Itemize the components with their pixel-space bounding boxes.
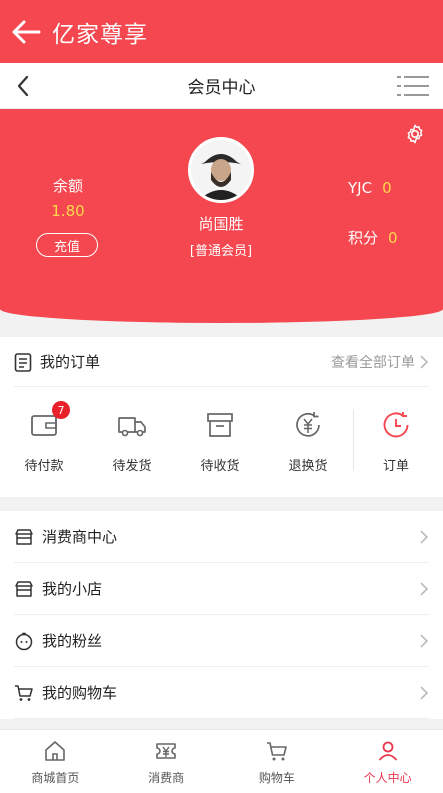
page-title: 会员中心	[187, 78, 256, 98]
member-level: [普通会员]	[189, 244, 253, 259]
menu-item-my-cart[interactable]: 我的购物车	[14, 667, 429, 719]
menu-item-label: 我的小店	[42, 580, 103, 598]
chevron-right-icon	[420, 685, 429, 700]
clock-icon	[383, 412, 409, 438]
orders-card: 我的订单 查看全部订单 7 待付款 待发货 待收货 退换货 订单	[0, 337, 443, 497]
balance-label: 余额	[52, 177, 83, 195]
avatar[interactable]	[188, 137, 254, 203]
menu-item-my-shop[interactable]: 我的小店	[14, 563, 429, 615]
menu-list: 消费商中心 我的小店 我的粉丝 我的购物车	[0, 511, 443, 719]
view-all-orders-link[interactable]: 查看全部订单	[331, 352, 415, 372]
menu-button[interactable]	[397, 75, 429, 97]
points-label: 积分	[348, 229, 379, 247]
cart-icon	[15, 684, 33, 701]
fans-icon	[15, 632, 33, 650]
store-icon	[15, 528, 33, 545]
gear-icon	[407, 124, 423, 144]
points-value: 0	[388, 229, 398, 247]
chevron-right-icon	[420, 581, 429, 596]
tab-label: 商城首页	[31, 771, 80, 785]
back-button[interactable]	[0, 0, 52, 63]
nav-back-button[interactable]	[8, 63, 38, 109]
tab-profile[interactable]: 个人中心	[332, 730, 443, 793]
shop-icon	[15, 580, 33, 597]
balance-value: 1.80	[51, 202, 85, 220]
menu-item-label: 我的粉丝	[42, 632, 103, 650]
pending-payment-badge: 7	[52, 401, 70, 419]
recharge-button[interactable]: 充值	[36, 233, 98, 257]
menu-item-consumer-center[interactable]: 消费商中心	[14, 511, 429, 563]
user-portrait-icon	[191, 140, 251, 200]
home-icon	[45, 741, 66, 761]
chevron-right-icon	[420, 529, 429, 544]
app-title: 亿家尊享	[52, 21, 148, 48]
settings-button[interactable]	[404, 123, 426, 145]
truck-icon	[118, 417, 146, 437]
orders-header[interactable]: 我的订单 查看全部订单	[14, 337, 429, 387]
order-all[interactable]: 订单	[352, 387, 440, 497]
box-icon	[207, 413, 233, 437]
tab-label: 购物车	[258, 771, 295, 785]
list-menu-icon	[397, 76, 429, 96]
tab-cart[interactable]: 购物车	[222, 730, 333, 793]
orders-title: 我的订单	[40, 353, 101, 371]
yen-ticket-icon	[156, 743, 176, 759]
points-stat[interactable]: 积分 0	[348, 227, 398, 248]
tab-home[interactable]: 商城首页	[0, 730, 111, 793]
order-status-label: 待收货	[200, 459, 240, 474]
tab-label: 消费商	[148, 771, 185, 785]
clipboard-icon	[14, 352, 32, 372]
app-bar: 亿家尊享	[0, 0, 443, 63]
bottom-tab-bar: 商城首页 消费商 购物车 个人中心	[0, 729, 443, 793]
cart-icon	[266, 742, 287, 761]
order-status-label: 退换货	[288, 459, 328, 474]
menu-item-my-fans[interactable]: 我的粉丝	[14, 615, 429, 667]
person-icon	[378, 741, 397, 761]
order-pending-shipment[interactable]: 待发货	[88, 387, 176, 497]
order-status-row: 7 待付款 待发货 待收货 退换货 订单	[0, 387, 443, 497]
chevron-right-icon	[420, 633, 429, 648]
yjc-stat[interactable]: YJC 0	[348, 179, 392, 197]
tab-consumer[interactable]: 消费商	[111, 730, 222, 793]
order-pending-payment[interactable]: 7 待付款	[0, 387, 88, 497]
menu-item-label: 我的购物车	[42, 684, 118, 702]
menu-item-label: 消费商中心	[42, 528, 118, 546]
arrow-left-icon	[12, 20, 41, 43]
yjc-label: YJC	[348, 179, 373, 197]
nav-bar: 会员中心	[0, 63, 443, 109]
order-status-label: 待付款	[24, 459, 64, 474]
order-pending-receipt[interactable]: 待收货	[176, 387, 264, 497]
chevron-right-icon	[420, 354, 429, 369]
tab-label: 个人中心	[363, 771, 412, 785]
profile-header: 余额 1.80 充值 尚国胜 [普通会员] YJC 0 积分 0	[0, 109, 443, 323]
user-name: 尚国胜	[198, 215, 244, 233]
order-status-label: 订单	[382, 459, 409, 474]
yjc-value: 0	[382, 179, 392, 197]
balance-block[interactable]: 余额 1.80	[36, 175, 100, 220]
refund-icon	[296, 412, 320, 437]
order-status-label: 待发货	[112, 459, 152, 474]
chevron-left-icon	[17, 75, 29, 97]
app-root: 亿家尊享 会员中心 余额 1.80 充值 尚国胜 [普通会员] YJC 0 积分…	[0, 0, 443, 793]
order-refund[interactable]: 退换货	[264, 387, 352, 497]
